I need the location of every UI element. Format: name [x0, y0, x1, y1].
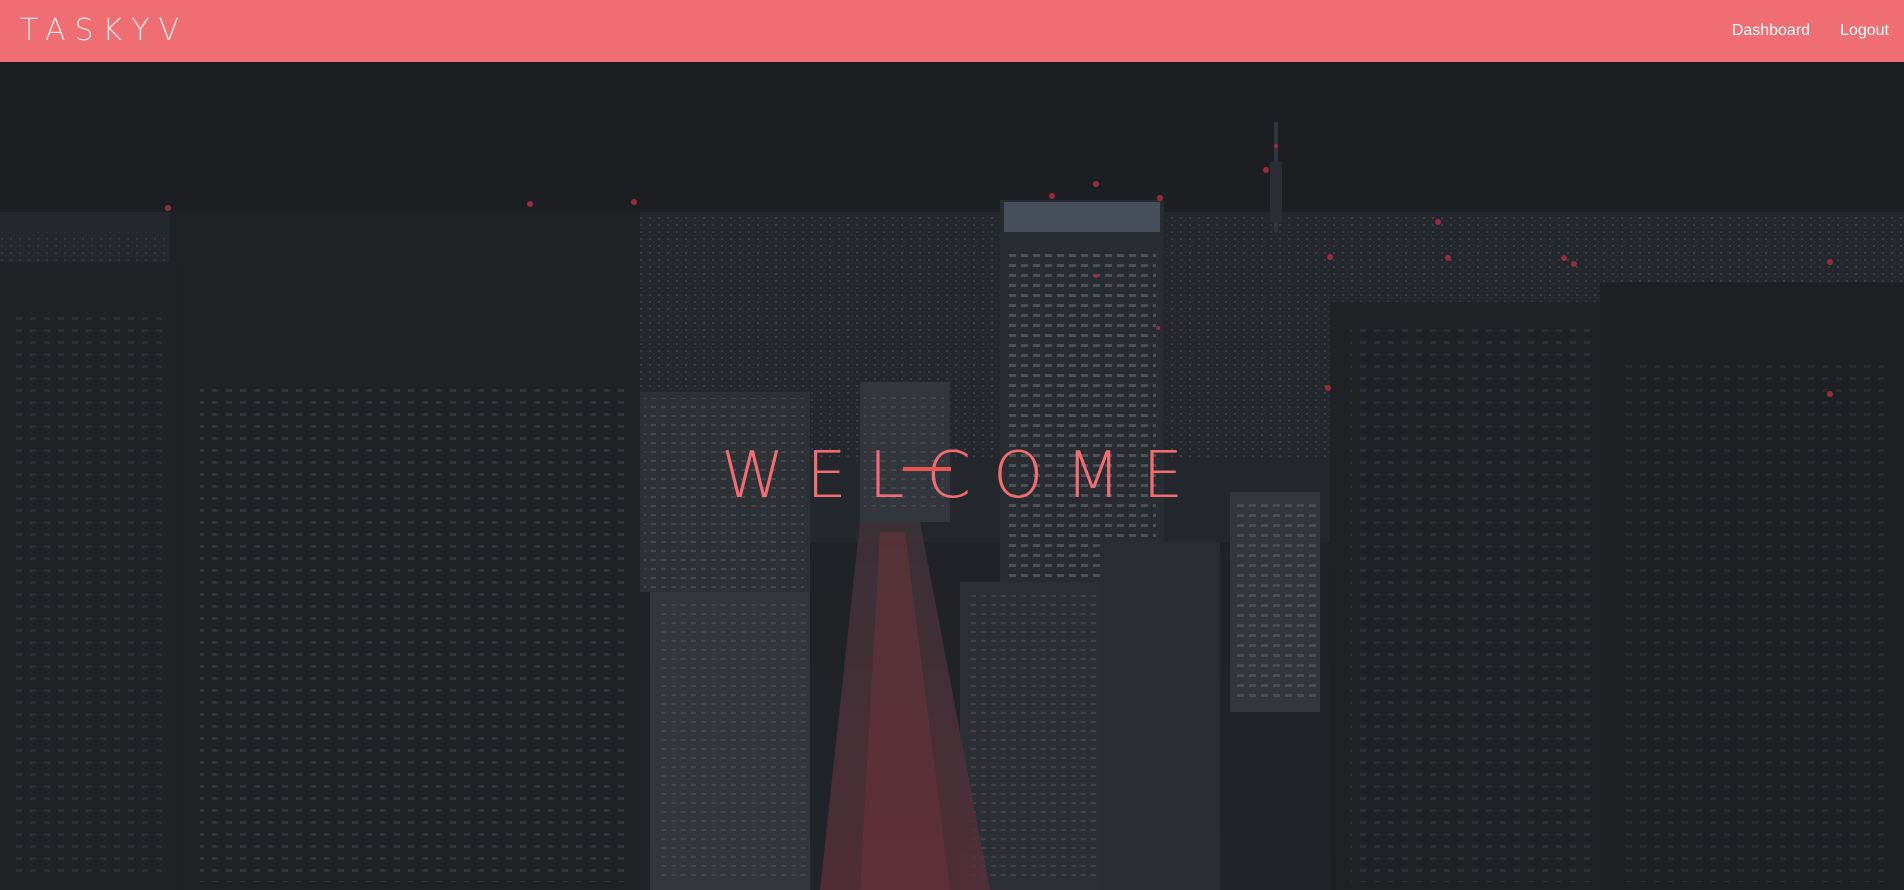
nav-link-logout[interactable]: Logout: [1840, 14, 1889, 48]
brand-logo[interactable]: TASKYV: [20, 16, 188, 46]
welcome-underline: [903, 467, 951, 471]
welcome-heading: WELCOME: [720, 439, 1206, 513]
welcome-heading-wrap: WELCOME: [0, 444, 1904, 508]
nav-link-dashboard[interactable]: Dashboard: [1732, 14, 1810, 48]
navbar: TASKYV Dashboard Logout: [0, 0, 1904, 62]
nav-links: Dashboard Logout: [1732, 14, 1889, 48]
hero-section: WELCOME: [0, 62, 1904, 890]
